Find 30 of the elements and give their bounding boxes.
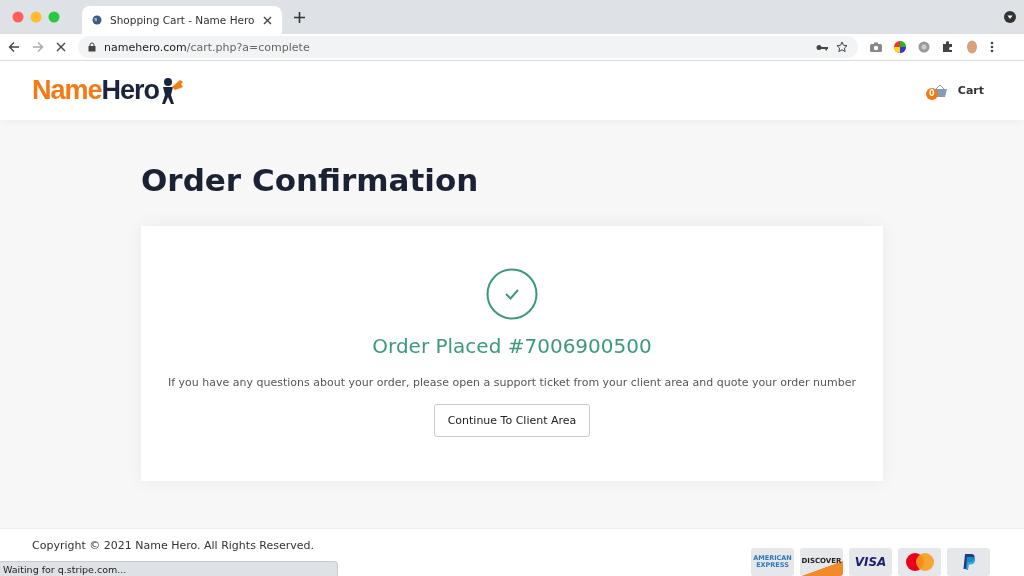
tab-menu-icon[interactable]	[1004, 11, 1016, 23]
close-icon[interactable]	[263, 15, 272, 25]
check-circle-icon	[486, 268, 538, 320]
address-bar[interactable]: namehero.com/cart.php?a=complete	[78, 36, 858, 58]
camera-icon[interactable]	[870, 42, 882, 52]
copyright-text: Copyright © 2021 Name Hero. All Rights Reserved.	[32, 539, 315, 552]
more-menu-icon[interactable]	[990, 41, 994, 53]
order-message: If you have any questions about your order, please open a support ticket from your client area and quote your order number	[168, 376, 856, 389]
back-icon[interactable]	[8, 41, 20, 53]
continue-button[interactable]: Continue To Client Area	[433, 404, 591, 437]
order-heading: Order Placed #7006900500	[372, 334, 652, 358]
puzzle-icon[interactable]	[942, 41, 954, 53]
star-icon[interactable]	[836, 41, 848, 53]
globe-icon	[92, 15, 102, 25]
browser-tab[interactable]: Shopping Cart - Name Hero	[82, 6, 282, 34]
cart-count-badge: 0	[925, 87, 938, 100]
lock-icon	[88, 42, 96, 52]
color-wheel-icon[interactable]	[894, 41, 906, 53]
url-text: namehero.com/cart.php?a=complete	[104, 40, 311, 54]
status-bubble: Waiting for q.stripe.com...	[0, 561, 338, 576]
key-icon[interactable]	[816, 43, 828, 51]
new-tab-icon[interactable]	[294, 11, 305, 23]
visa-card: VISA	[849, 547, 892, 576]
mastercard-logo-icon	[904, 551, 935, 572]
cart-link[interactable]: 0 Cart	[923, 79, 984, 102]
site-logo[interactable]: NameHero	[32, 75, 186, 106]
stop-icon[interactable]	[56, 42, 66, 52]
page-title: Order Confirmation	[141, 162, 480, 198]
tab-title: Shopping Cart - Name Hero	[110, 14, 255, 26]
paypal-logo-icon	[961, 552, 976, 571]
